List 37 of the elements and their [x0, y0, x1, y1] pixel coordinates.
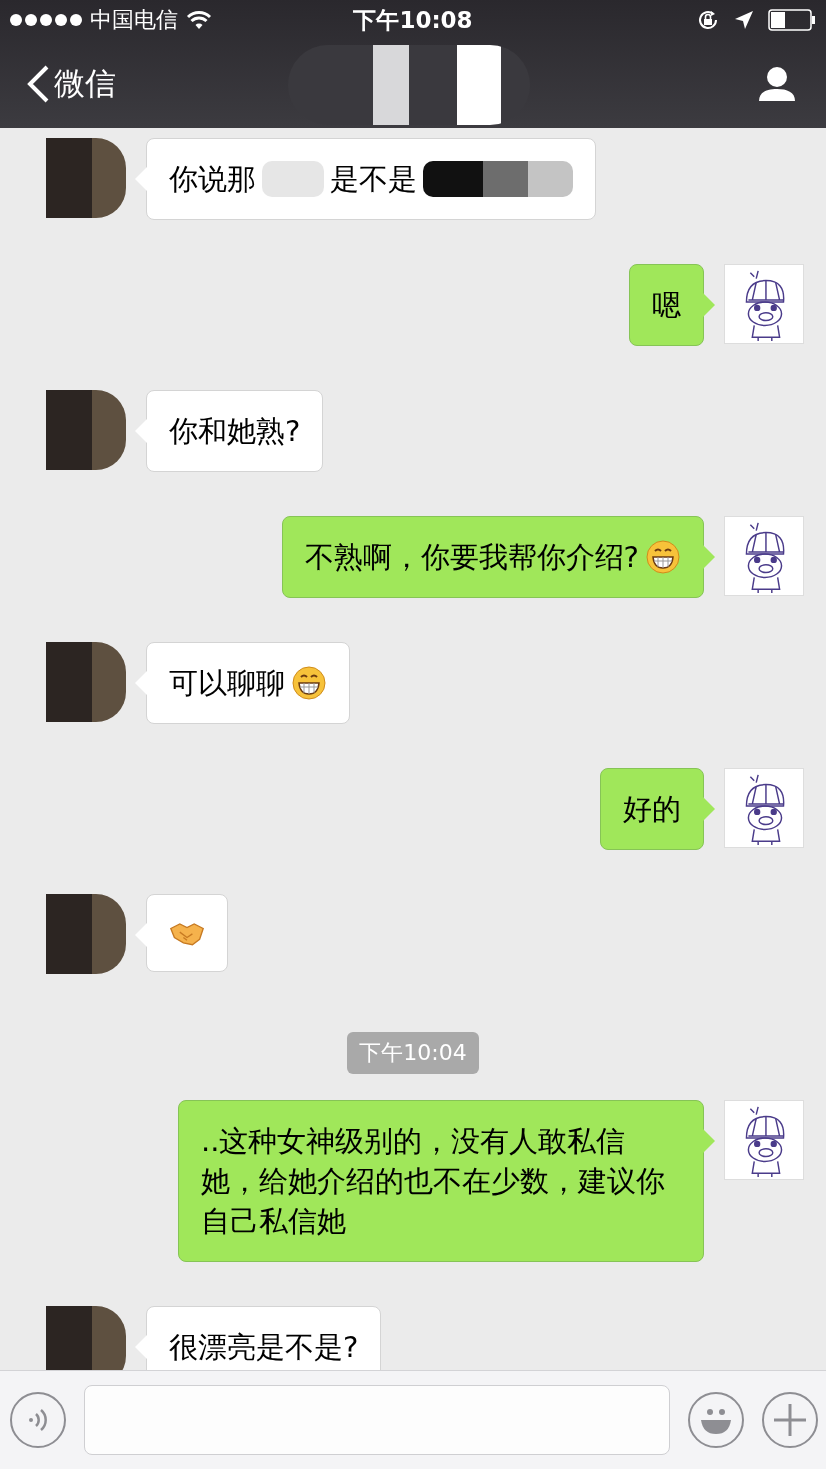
avatar-placeholder[interactable] — [46, 1306, 126, 1370]
signal-dots-icon — [10, 14, 82, 26]
message-text: 不熟啊，你要我帮你介绍? — [304, 539, 639, 576]
pig-cartoon-avatar[interactable] — [724, 1100, 804, 1180]
message-text: 很漂亮是不是? — [169, 1329, 359, 1366]
grinning-face-icon — [645, 539, 681, 575]
avatar-placeholder[interactable] — [46, 390, 126, 470]
message-text: 嗯 — [652, 287, 681, 324]
carrier-name: 中国电信 — [90, 6, 178, 34]
plus-icon — [772, 1402, 808, 1438]
battery-icon — [768, 9, 816, 31]
rotation-lock-icon — [696, 8, 720, 32]
wifi-icon — [186, 10, 212, 30]
back-button[interactable]: 微信 — [26, 63, 116, 105]
avatar-placeholder[interactable] — [46, 138, 126, 218]
pig-cartoon-avatar[interactable] — [724, 768, 804, 848]
avatar-placeholder[interactable] — [46, 642, 126, 722]
avatar-placeholder[interactable] — [46, 894, 126, 974]
message-text: ..这种女神级别的，没有人敢私信她，给她介绍的也不在少数，建议你自己私信她 — [201, 1123, 666, 1240]
redaction-block — [262, 161, 324, 197]
message-input-field[interactable] — [84, 1385, 670, 1455]
contact-profile-icon[interactable] — [758, 66, 796, 102]
pig-cartoon-avatar[interactable] — [724, 264, 804, 344]
timestamp: 下午10:04 — [347, 1032, 479, 1074]
message-text: 你和她熟? — [169, 413, 301, 450]
grinning-face-icon — [291, 665, 327, 701]
add-button[interactable] — [762, 1392, 818, 1448]
message-text: 你说那 — [169, 161, 256, 198]
status-time: 下午10:08 — [353, 5, 473, 35]
location-arrow-icon — [734, 10, 754, 30]
message-text: 好的 — [623, 791, 681, 828]
pig-cartoon-avatar[interactable] — [724, 516, 804, 596]
back-chevron-icon — [26, 64, 50, 104]
voice-button[interactable] — [10, 1392, 66, 1448]
message-text: 是不是 — [330, 161, 417, 198]
emoji-button[interactable] — [688, 1392, 744, 1448]
message-text: 可以聊聊 — [169, 665, 285, 702]
